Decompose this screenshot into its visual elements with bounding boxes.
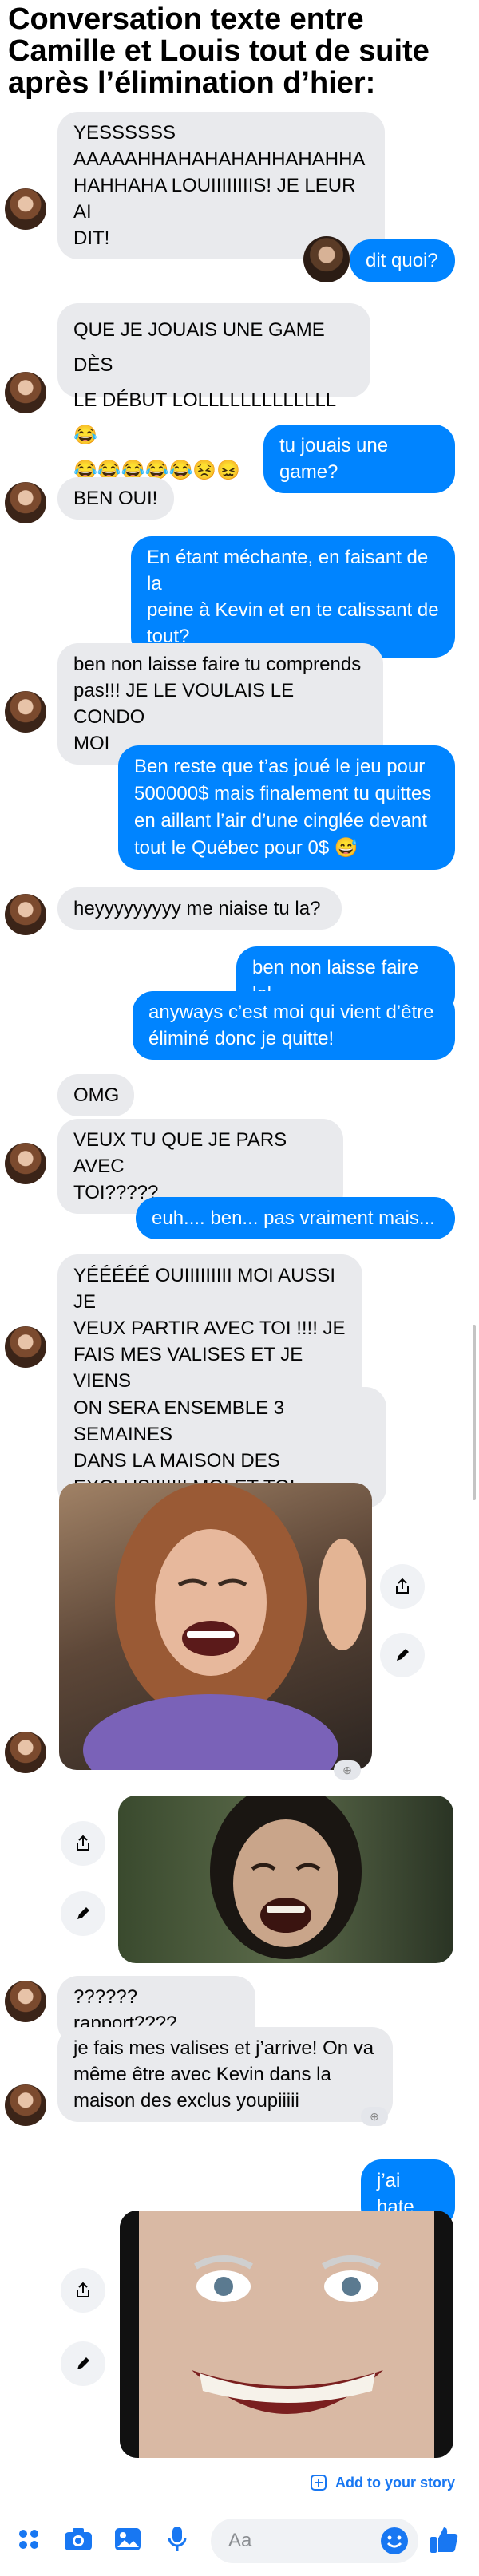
like-button[interactable]: [426, 2522, 461, 2557]
share-button[interactable]: [61, 2268, 105, 2313]
outgoing-message[interactable]: euh.... ben... pas vraiment mais...: [136, 1197, 455, 1239]
menu-button[interactable]: [11, 2522, 46, 2557]
contact-avatar[interactable]: [5, 372, 46, 413]
pencil-icon: [397, 1649, 409, 1661]
add-to-story-label: Add to your story: [335, 2474, 455, 2491]
image-icon: [115, 2528, 141, 2550]
laughing-woman-illustration: [83, 1483, 366, 1770]
smiling-old-man-illustration: [120, 2211, 453, 2458]
seen-indicator: ⊕: [361, 2107, 388, 2126]
share-icon: [396, 1578, 409, 1594]
edit-button[interactable]: [61, 1891, 105, 1936]
camera-icon: [65, 2528, 92, 2550]
contact-avatar[interactable]: [5, 1143, 46, 1184]
share-icon: [77, 2282, 89, 2297]
page-title: Conversation texte entre Camille et Loui…: [8, 2, 430, 100]
contact-avatar[interactable]: [5, 1326, 46, 1368]
thumbs-up-icon: [430, 2527, 458, 2553]
incoming-message[interactable]: OMG: [57, 1074, 134, 1116]
contact-avatar[interactable]: [5, 894, 46, 935]
message-input[interactable]: Aa: [211, 2519, 418, 2563]
seen-indicator: ⊕: [334, 1760, 361, 1780]
outgoing-message[interactable]: tu jouais une game?: [263, 425, 455, 493]
outgoing-message[interactable]: anyways c’est moi qui vient d’être élimi…: [133, 991, 455, 1060]
incoming-message[interactable]: BEN OUI!: [57, 477, 174, 520]
edit-button[interactable]: [61, 2341, 105, 2386]
incoming-message[interactable]: YESSSSSS AAAAAHHAHAHAHAHHAHAHHA HAHHAHA …: [57, 112, 385, 259]
contact-avatar[interactable]: [5, 2084, 46, 2126]
share-icon: [77, 1835, 89, 1851]
emoji-icon: [381, 2527, 408, 2554]
outgoing-message[interactable]: dit quoi?: [350, 239, 455, 282]
scrollbar[interactable]: [473, 1325, 476, 1500]
incoming-message[interactable]: QUE JE JOUAIS UNE GAME DÈS LE DÉBUT LOLL…: [57, 303, 370, 481]
voice-button[interactable]: [160, 2522, 195, 2557]
laughing-man-illustration: [210, 1796, 362, 1959]
edit-button[interactable]: [380, 1633, 425, 1677]
gallery-button[interactable]: [110, 2522, 145, 2557]
message-input-placeholder: Aa: [228, 2530, 252, 2551]
share-button[interactable]: [380, 1564, 425, 1609]
contact-avatar[interactable]: [5, 1732, 46, 1773]
add-to-story-link[interactable]: Add to your story: [310, 2474, 455, 2491]
contact-avatar[interactable]: [5, 482, 46, 523]
outgoing-message[interactable]: En étant méchante, en faisant de la pein…: [131, 536, 455, 658]
add-story-icon: [310, 2475, 327, 2491]
contact-avatar[interactable]: [5, 1981, 46, 2022]
share-button[interactable]: [61, 1821, 105, 1866]
pencil-icon: [77, 1907, 89, 1919]
four-dots-icon: [19, 2530, 38, 2549]
user-avatar[interactable]: [303, 236, 350, 282]
pencil-icon: [77, 2357, 89, 2369]
contact-avatar[interactable]: [5, 691, 46, 733]
microphone-icon: [168, 2527, 187, 2551]
outgoing-message[interactable]: Ben reste que t’as joué le jeu pour 5000…: [118, 745, 455, 870]
laughing-woman-image[interactable]: [59, 1483, 372, 1770]
incoming-message[interactable]: je fais mes valises et j’arrive! On va m…: [57, 2027, 393, 2122]
laughing-man-image[interactable]: [118, 1796, 453, 1963]
message-composer: Aa: [0, 2506, 479, 2576]
contact-avatar[interactable]: [5, 188, 46, 230]
smiling-old-man-image[interactable]: [120, 2211, 453, 2458]
emoji-button[interactable]: [380, 2527, 409, 2559]
camera-button[interactable]: [61, 2522, 96, 2557]
incoming-message[interactable]: heyyyyyyyyy me niaise tu la?: [57, 887, 342, 930]
